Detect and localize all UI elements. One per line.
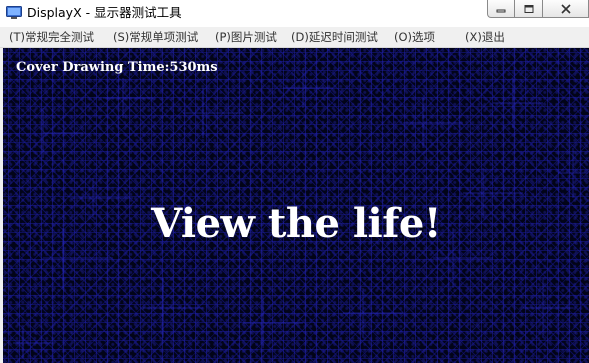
menu-item-options[interactable]: (O)选项 (394, 30, 435, 45)
menu-item-exit[interactable]: (X)退出 (465, 30, 505, 45)
menu-item-delay-test[interactable]: (D)延迟时间测试 (291, 30, 378, 45)
monitor-icon (6, 6, 22, 20)
displayx-window: DisplayX - 显示器测试工具 (T)常规完全测试 (S)常规单项测试 (… (0, 0, 589, 363)
minimize-button[interactable] (487, 0, 515, 18)
title-bar[interactable]: DisplayX - 显示器测试工具 (0, 0, 589, 27)
cover-drawing-time-label: Cover Drawing Time:530ms (16, 60, 218, 75)
menu-item-image-test[interactable]: (P)图片测试 (215, 30, 277, 45)
menu-item-single-test[interactable]: (S)常规单项测试 (113, 30, 198, 45)
headline-text: View the life! (151, 200, 441, 247)
window-title: DisplayX - 显示器测试工具 (27, 5, 182, 20)
test-pattern-canvas[interactable]: Cover Drawing Time:530ms View the life! (3, 48, 589, 363)
maximize-icon (524, 4, 533, 13)
close-icon (560, 3, 571, 14)
menu-bar: (T)常规完全测试 (S)常规单项测试 (P)图片测试 (D)延迟时间测试 (O… (0, 27, 589, 48)
menu-item-full-test[interactable]: (T)常规完全测试 (9, 30, 94, 45)
window-controls (487, 0, 589, 19)
close-button[interactable] (543, 0, 589, 18)
maximize-button[interactable] (515, 0, 543, 18)
minimize-icon (496, 9, 506, 12)
